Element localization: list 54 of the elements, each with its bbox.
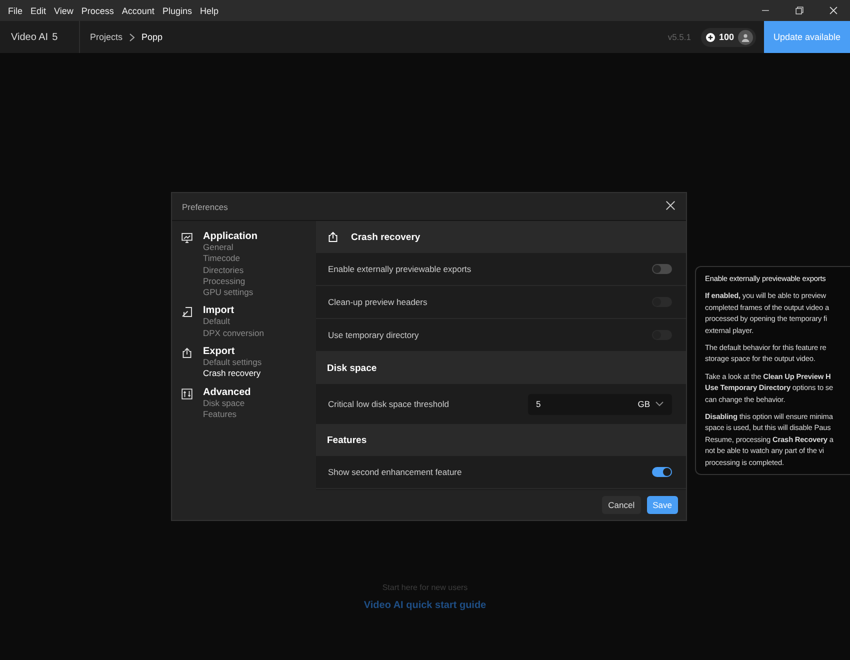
chevron-down-icon (655, 401, 664, 407)
threshold-field[interactable]: 5 GB (528, 394, 672, 414)
setting-label: Critical low disk space threshold (328, 399, 449, 409)
setting-label: Clean-up preview headers (328, 297, 428, 307)
monitor-icon (181, 232, 193, 244)
menu-item[interactable]: Edit (26, 6, 50, 16)
toggle-switch[interactable] (652, 467, 672, 477)
menu-item[interactable]: File (4, 6, 27, 16)
menu-item[interactable]: View (50, 6, 78, 16)
toggle-switch[interactable] (652, 264, 672, 274)
sidebar-item[interactable]: Processing (203, 276, 258, 288)
app-name: Video AI (11, 32, 48, 42)
sidebar-heading[interactable]: Advanced (203, 386, 251, 398)
avatar[interactable] (738, 30, 753, 44)
menu-item[interactable]: Account (118, 6, 158, 16)
sidebar-heading[interactable]: Export (203, 346, 262, 358)
menu-item[interactable]: Plugins (158, 6, 196, 16)
sidebar-item[interactable]: Crash recovery (203, 368, 262, 380)
share-icon (327, 231, 339, 243)
credits-badge[interactable]: 100 (700, 28, 756, 46)
section-heading: Crash recovery (351, 232, 420, 242)
close-icon (828, 5, 838, 16)
chevron-right-icon (128, 32, 136, 42)
arrow-box-icon (181, 306, 193, 318)
breadcrumb-item[interactable]: Projects (90, 32, 123, 42)
sidebar-item[interactable]: Disk space (203, 398, 251, 409)
sidebar-item[interactable]: Default settings (203, 357, 262, 368)
close-icon (665, 200, 676, 211)
share-icon (181, 347, 193, 360)
restore-icon (794, 5, 804, 16)
section-heading: Features (327, 434, 367, 446)
sidebar-item[interactable]: GPU settings (203, 287, 258, 298)
plus-circle-icon (706, 32, 715, 42)
sidebar-item[interactable]: Default (203, 316, 264, 328)
sidebar-item[interactable]: Timecode (203, 253, 258, 265)
sidebar-item[interactable]: DPX conversion (203, 328, 264, 340)
sidebar-item[interactable]: General (203, 242, 258, 254)
breadcrumb-item[interactable]: Popp (142, 32, 163, 42)
sidebar-item[interactable]: Features (203, 408, 251, 420)
sidebar-heading[interactable]: Import (203, 305, 264, 316)
close-button[interactable] (665, 200, 676, 213)
setting-label: Enable externally previewable exports (328, 264, 472, 274)
sidebar-heading[interactable]: Application (203, 231, 258, 242)
section-heading: Disk space (327, 362, 377, 374)
menu-item[interactable]: Help (196, 6, 222, 16)
setting-label: Use temporary directory (328, 330, 419, 340)
sliders-icon (181, 388, 193, 400)
version-label: v5.5.1 (668, 32, 691, 42)
sidebar-item[interactable]: Directories (203, 264, 258, 276)
dialog-title: Preferences (182, 202, 228, 212)
menu-item[interactable]: Process (77, 6, 118, 16)
cancel-button[interactable]: Cancel (602, 496, 641, 514)
setting-label: Show second enhancement feature (328, 467, 462, 477)
app-version: 5 (52, 32, 58, 42)
